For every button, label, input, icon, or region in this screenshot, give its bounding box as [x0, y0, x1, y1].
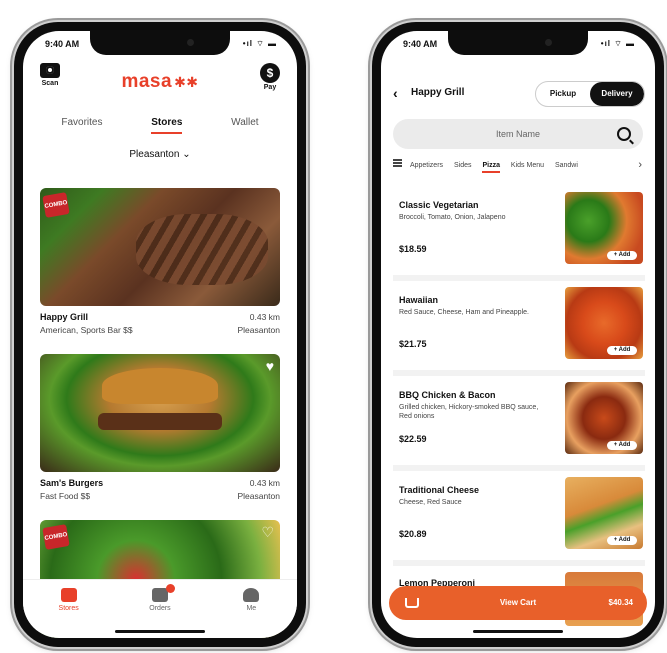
nav-orders-label: Orders	[149, 605, 171, 612]
item-name: Classic Vegetarian	[399, 200, 479, 210]
dollar-coin-icon: $	[260, 63, 280, 83]
store-card-happy-grill[interactable]: COMBO Happy Grill American, Sports Bar $…	[40, 188, 280, 340]
item-image: + Add	[565, 287, 643, 359]
item-description: Red Sauce, Cheese, Ham and Pineapple.	[399, 309, 529, 316]
phone-right: 9:40 AM •ıl ⌔ ▬ ‹ Happy Grill Pickup Del…	[372, 22, 664, 647]
category-kids-menu[interactable]: Kids Menu	[511, 162, 544, 169]
cart-total: $40.34	[608, 598, 633, 607]
item-description: Cheese, Red Sauce	[399, 499, 462, 506]
store-image: COMBO	[40, 188, 280, 306]
category-sandwiches[interactable]: Sandwi	[555, 162, 578, 169]
menu-item[interactable]: BBQ Chicken & Bacon Grilled chicken, Hic…	[393, 376, 645, 471]
stores-screen: 9:40 AM •ıl ⌔ ▬ Scan masa ✱✱ $ Pay Favori…	[23, 31, 297, 638]
menu-item[interactable]: Classic Vegetarian Broccoli, Tomato, Oni…	[393, 186, 645, 281]
grid-menu-icon[interactable]	[393, 159, 402, 168]
item-name: Hawaiian	[399, 295, 439, 305]
item-description: Broccoli, Tomato, Onion, Jalapeno	[399, 214, 506, 221]
pickup-option[interactable]: Pickup	[536, 82, 590, 106]
menu-screen: 9:40 AM •ıl ⌔ ▬ ‹ Happy Grill Pickup Del…	[381, 31, 655, 638]
location-selector[interactable]: Pleasanton ⌄	[23, 149, 297, 160]
nav-me[interactable]: Me	[226, 588, 276, 612]
heart-icon[interactable]: ♥	[266, 358, 274, 374]
search-icon[interactable]	[617, 127, 631, 141]
status-icons: •ıl ⌔ ▬	[242, 39, 277, 48]
status-time: 9:40 AM	[403, 39, 438, 49]
view-cart-button[interactable]: View Cart $40.34	[389, 586, 647, 620]
menu-item[interactable]: Hawaiian Red Sauce, Cheese, Ham and Pine…	[393, 281, 645, 376]
search-placeholder: Item Name	[495, 129, 540, 139]
nav-orders[interactable]: Orders	[135, 584, 185, 612]
nav-stores-label: Stores	[58, 605, 79, 612]
item-name: BBQ Chicken & Bacon	[399, 390, 496, 400]
item-price: $20.89	[399, 529, 427, 539]
top-bar: Scan masa ✱✱ $ Pay	[37, 61, 283, 101]
pay-label: Pay	[263, 84, 277, 91]
notch	[90, 31, 230, 55]
scan-button[interactable]: Scan	[37, 63, 63, 87]
store-card-sams-burgers[interactable]: ♥ Sam's Burgers Fast Food $$ 0.43 km Ple…	[40, 354, 280, 506]
home-indicator	[115, 630, 205, 633]
store-title: Happy Grill	[411, 87, 465, 98]
notification-badge	[165, 584, 175, 593]
store-distance: 0.43 km	[249, 478, 280, 488]
combo-badge: COMBO	[42, 524, 70, 550]
nav-stores[interactable]: Stores	[44, 588, 94, 612]
category-bar: Appetizers Sides Pizza Kids Menu Sandwi …	[393, 159, 651, 177]
item-description: Grilled chicken, Hickory-smoked BBQ sauc…	[399, 404, 539, 420]
category-sides[interactable]: Sides	[454, 162, 472, 169]
store-name: Happy Grill	[40, 312, 89, 322]
tab-wallet[interactable]: Wallet	[231, 117, 258, 134]
item-price: $22.59	[399, 434, 427, 444]
menu-item[interactable]: Traditional Cheese Cheese, Red Sauce $20…	[393, 471, 645, 566]
store-info: Sam's Burgers Fast Food $$ 0.43 km Pleas…	[40, 472, 280, 506]
heart-outline-icon[interactable]: ♡	[261, 524, 274, 541]
home-indicator	[473, 630, 563, 633]
logo-mark: ✱✱	[174, 74, 199, 90]
back-arrow-icon[interactable]: ‹	[393, 85, 398, 101]
logo-text: masa	[121, 71, 173, 92]
status-icons: •ıl ⌔ ▬	[600, 39, 635, 48]
delivery-option[interactable]: Delivery	[590, 82, 644, 106]
item-name: Traditional Cheese	[399, 485, 480, 495]
notch	[448, 31, 588, 55]
store-distance: 0.43 km	[249, 312, 280, 322]
menu-list: Classic Vegetarian Broccoli, Tomato, Oni…	[393, 186, 645, 626]
store-icon	[60, 588, 77, 602]
combo-badge: COMBO	[42, 192, 70, 218]
phone-left: 9:40 AM •ıl ⌔ ▬ Scan masa ✱✱ $ Pay Favori…	[14, 22, 306, 647]
main-tabs: Favorites Stores Wallet	[37, 117, 283, 134]
item-image: + Add	[565, 477, 643, 549]
store-city: Pleasanton	[237, 325, 280, 335]
store-header: ‹ Happy Grill Pickup Delivery	[393, 79, 645, 109]
category-pizza[interactable]: Pizza	[482, 162, 500, 173]
store-city: Pleasanton	[237, 491, 280, 501]
add-button[interactable]: + Add	[607, 441, 637, 450]
store-meta: American, Sports Bar $$	[40, 325, 133, 335]
category-appetizers[interactable]: Appetizers	[410, 162, 443, 169]
store-image: ♥	[40, 354, 280, 472]
status-time: 9:40 AM	[45, 39, 80, 49]
store-name: Sam's Burgers	[40, 478, 104, 488]
fulfillment-toggle: Pickup Delivery	[535, 81, 645, 107]
scan-label: Scan	[41, 80, 59, 87]
pay-button[interactable]: $ Pay	[257, 63, 283, 91]
add-button[interactable]: + Add	[607, 536, 637, 545]
add-button[interactable]: + Add	[607, 251, 637, 260]
tab-favorites[interactable]: Favorites	[61, 117, 102, 134]
nav-me-label: Me	[246, 605, 257, 612]
item-price: $18.59	[399, 244, 427, 254]
masa-logo: masa ✱✱	[121, 71, 198, 93]
add-button[interactable]: + Add	[607, 346, 637, 355]
item-image: + Add	[565, 382, 643, 454]
tab-stores[interactable]: Stores	[151, 117, 183, 134]
chevron-right-icon[interactable]: ›	[635, 159, 642, 171]
item-price: $21.75	[399, 339, 427, 349]
item-image: + Add	[565, 192, 643, 264]
person-icon	[243, 588, 260, 602]
store-info: Happy Grill American, Sports Bar $$ 0.43…	[40, 306, 280, 340]
camera-icon	[40, 63, 60, 78]
store-meta: Fast Food $$	[40, 491, 91, 501]
search-input[interactable]: Item Name	[393, 119, 643, 149]
